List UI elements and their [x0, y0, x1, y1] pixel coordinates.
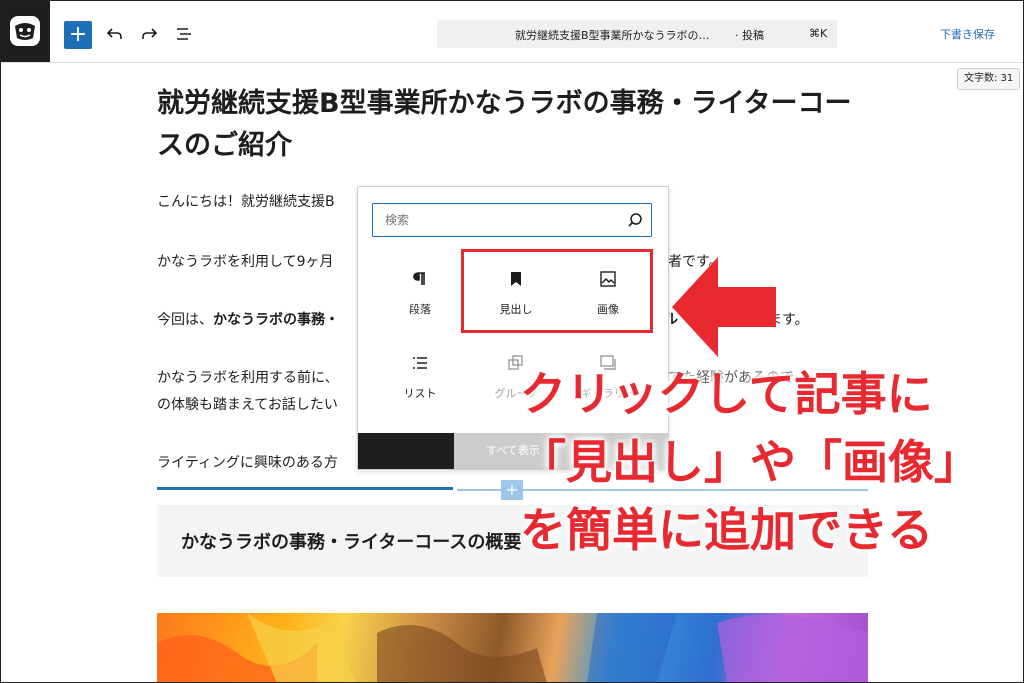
- paragraph-3-bold: かなうラボの事務・: [213, 312, 339, 328]
- illustration-art: [157, 613, 868, 683]
- block-search-input[interactable]: [383, 212, 617, 228]
- document-overview-button[interactable]: [172, 22, 196, 46]
- paragraph-6[interactable]: ライティングに興味のある方: [157, 453, 338, 473]
- command-post-type: · 投稿: [735, 29, 764, 42]
- inserter-footer-dark: [358, 433, 454, 469]
- site-logo-icon: [10, 16, 40, 46]
- command-palette-bar[interactable]: 就労継続支援B型事業所かなうラボの… · 投稿 ⌘K: [437, 20, 837, 48]
- redo-button[interactable]: [137, 22, 161, 46]
- annotation-line-1: クリックして記事に: [520, 367, 933, 421]
- heading-2-text: かなうラボの事務・ライターコースの概要: [181, 532, 522, 553]
- save-draft-button[interactable]: 下書き保存: [940, 26, 995, 42]
- word-count-badge: 文字数: 31: [957, 68, 1021, 90]
- list-view-icon: [177, 28, 191, 40]
- block-paragraph[interactable]: 段落: [372, 253, 468, 333]
- block-paragraph-label: 段落: [409, 303, 431, 316]
- paragraph-3[interactable]: 今回は、かなうラボの事務・: [157, 310, 339, 330]
- undo-button[interactable]: [103, 22, 127, 46]
- paragraph-6-text: ライティングに興味のある方: [157, 455, 338, 471]
- list-icon: [410, 353, 430, 373]
- paragraph-icon: [410, 269, 430, 289]
- command-post-title: 就労継続支援B型事業所かなうラボの…: [515, 29, 710, 42]
- block-inserter-toggle-button[interactable]: +: [64, 21, 92, 49]
- annotation-line-2: 「見出し」や「画像」: [520, 435, 980, 489]
- plus-icon: +: [68, 22, 88, 47]
- search-icon: [627, 212, 643, 232]
- paragraph-4[interactable]: かなうラボを利用する前に、: [157, 368, 339, 388]
- featured-illustration-image[interactable]: [157, 613, 868, 683]
- paragraph-2-text: かなうラボを利用して9ヶ月: [157, 254, 334, 270]
- block-insertion-indicator: [157, 487, 453, 490]
- annotation-caption: クリックして記事に 「見出し」や「画像」 を簡単に追加できる: [520, 360, 990, 564]
- block-list-label: リスト: [403, 387, 437, 400]
- highlight-box: [461, 249, 653, 333]
- redo-icon: [142, 28, 158, 39]
- paragraph-5-text: の体験も踏まえてお話したい: [157, 397, 338, 413]
- annotation-line-3: を簡単に追加できる: [520, 503, 934, 557]
- block-search-field[interactable]: [372, 203, 652, 237]
- post-title[interactable]: 就労継続支援B型事業所かなうラボの事務・ライターコースのご紹介: [157, 83, 877, 167]
- red-arrow-left-icon: [672, 257, 776, 357]
- paragraph-4-text: かなうラボを利用する前に、: [157, 370, 339, 386]
- command-shortcut: ⌘K: [809, 27, 828, 40]
- site-logo[interactable]: [0, 0, 50, 62]
- paragraph-2[interactable]: かなうラボを利用して9ヶ月: [157, 252, 334, 272]
- block-list[interactable]: リスト: [372, 337, 468, 417]
- paragraph-3-text: 今回は、: [157, 312, 213, 328]
- plus-icon: +: [505, 480, 519, 499]
- paragraph-1[interactable]: こんにちは！就労継続支援B: [157, 192, 335, 212]
- paragraph-1-text: こんにちは！就労継続支援B: [157, 194, 335, 210]
- undo-icon: [106, 28, 122, 39]
- editor-toolbar: + 就労継続支援B型事業所かなうラボの… · 投稿 ⌘K 下書き保存: [0, 0, 1024, 63]
- paragraph-5[interactable]: の体験も踏まえてお話したい: [157, 395, 338, 415]
